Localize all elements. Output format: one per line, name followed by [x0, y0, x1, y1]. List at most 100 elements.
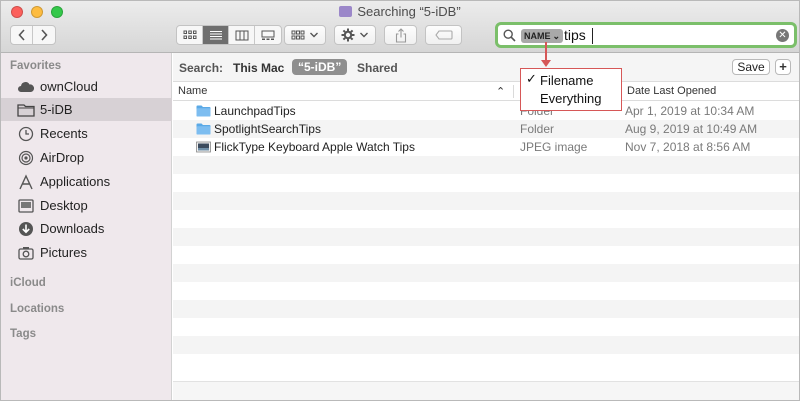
window-title: Searching “5-iDB”: [357, 4, 461, 19]
file-name: LaunchpadTips: [214, 104, 296, 118]
sort-caret-icon: ⌃: [496, 86, 506, 98]
search-icon: [503, 29, 516, 42]
search-input[interactable]: tips: [564, 27, 586, 43]
checkmark-icon: ✓: [526, 71, 537, 86]
finder-window: Searching “5-iDB” NAME ⌄ tips ✕ Favorite…: [0, 0, 800, 401]
back-button[interactable]: [11, 26, 33, 44]
file-name: FlickType Keyboard Apple Watch Tips: [214, 140, 415, 154]
empty-row: [173, 336, 799, 354]
file-list: LaunchpadTips Folder Apr 1, 2019 at 10:3…: [173, 102, 799, 372]
table-row[interactable]: FlickType Keyboard Apple Watch Tips JPEG…: [173, 138, 799, 156]
scope-this-mac[interactable]: This Mac: [233, 61, 284, 75]
sidebar-header-icloud[interactable]: iCloud: [10, 277, 46, 289]
folder-icon: [196, 123, 211, 135]
sidebar-item-recents[interactable]: Recents: [1, 122, 172, 145]
list-view-button[interactable]: [203, 26, 229, 44]
sidebar-item-owncloud[interactable]: ownCloud: [1, 75, 172, 98]
sidebar: Favorites ownCloud 5-iDB Recents AirDrop: [1, 53, 172, 400]
group-by-button[interactable]: [284, 25, 326, 45]
forward-button[interactable]: [33, 26, 55, 44]
share-icon: [395, 27, 406, 43]
empty-row: [173, 246, 799, 264]
column-header: Name ⌃ Kind Date Last Opened: [173, 82, 799, 101]
file-date: Aug 9, 2019 at 10:49 AM: [625, 122, 758, 136]
cloud-icon: [17, 79, 35, 95]
column-name[interactable]: Name: [178, 85, 207, 97]
sidebar-item-5-idb[interactable]: 5-iDB: [1, 98, 172, 121]
tag-icon: [434, 30, 453, 40]
tags-button[interactable]: [425, 25, 462, 45]
empty-row: [173, 210, 799, 228]
sidebar-item-label: Recents: [40, 126, 88, 141]
table-row[interactable]: LaunchpadTips Folder Apr 1, 2019 at 10:3…: [173, 102, 799, 120]
search-criteria-dropdown: ✓ Filename Everything: [520, 68, 622, 111]
sidebar-item-label: Applications: [40, 174, 111, 189]
scope-shared[interactable]: Shared: [357, 61, 398, 75]
action-button[interactable]: [334, 25, 376, 45]
dropdown-option-everything[interactable]: Everything: [540, 91, 601, 106]
window-title-bar: Searching “5-iDB”: [1, 4, 799, 19]
group-icon: [291, 30, 305, 40]
file-browser: Search: This Mac “5-iDB” Shared Save + N…: [173, 53, 799, 400]
clear-search-button[interactable]: ✕: [776, 29, 789, 42]
search-field[interactable]: NAME ⌄ tips ✕: [495, 22, 797, 48]
sidebar-item-airdrop[interactable]: AirDrop: [1, 146, 172, 169]
empty-row: [173, 174, 799, 192]
sidebar-header-favorites: Favorites: [10, 60, 62, 72]
sidebar-item-label: AirDrop: [40, 150, 85, 165]
downloads-icon: [17, 221, 35, 237]
empty-row: [173, 228, 799, 246]
search-token-name[interactable]: NAME ⌄: [521, 29, 564, 43]
column-divider[interactable]: [513, 85, 514, 98]
column-view-button[interactable]: [229, 26, 255, 44]
navigation-buttons: [10, 25, 56, 45]
search-scope-bar: Search: This Mac “5-iDB” Shared Save +: [173, 53, 799, 82]
empty-row: [173, 354, 799, 372]
list-icon: [209, 31, 222, 40]
text-cursor: [592, 28, 593, 44]
scope-label: Search:: [179, 61, 224, 75]
file-date: Apr 1, 2019 at 10:34 AM: [625, 104, 755, 118]
sidebar-item-label: 5-iDB: [40, 102, 73, 117]
sidebar-item-applications[interactable]: Applications: [1, 170, 172, 193]
save-search-button[interactable]: Save: [732, 59, 770, 75]
clock-icon: [17, 126, 35, 142]
sidebar-item-label: ownCloud: [40, 79, 98, 94]
search-token-label: NAME: [524, 31, 551, 41]
grid-icon: [183, 30, 196, 39]
image-icon: [196, 141, 211, 153]
sidebar-item-desktop[interactable]: Desktop: [1, 194, 172, 217]
sidebar-item-label: Pictures: [40, 245, 87, 260]
sidebar-item-pictures[interactable]: Pictures: [1, 241, 172, 264]
empty-row: [173, 156, 799, 174]
icon-view-button[interactable]: [177, 26, 203, 44]
empty-row: [173, 264, 799, 282]
column-date-last-opened[interactable]: Date Last Opened: [627, 85, 716, 97]
file-kind: JPEG image: [520, 140, 588, 154]
annotation-arrow: [545, 42, 547, 62]
share-button[interactable]: [384, 25, 417, 45]
sidebar-header-tags[interactable]: Tags: [10, 328, 36, 340]
dropdown-option-filename[interactable]: Filename: [540, 73, 593, 88]
sidebar-item-downloads[interactable]: Downloads: [1, 217, 172, 240]
sidebar-item-label: Downloads: [40, 221, 105, 236]
chevron-left-icon: [17, 29, 25, 41]
empty-row: [173, 300, 799, 318]
desktop-icon: [17, 198, 35, 214]
table-row[interactable]: SpotlightSearchTips Folder Aug 9, 2019 a…: [173, 120, 799, 138]
columns-icon: [235, 30, 248, 40]
sidebar-header-locations[interactable]: Locations: [10, 303, 64, 315]
horizontal-scrollbar[interactable]: [173, 381, 799, 400]
scope-current-folder[interactable]: “5-iDB”: [292, 59, 348, 75]
empty-row: [173, 282, 799, 300]
file-kind: Folder: [520, 122, 555, 136]
toolbar: Searching “5-iDB” NAME ⌄ tips ✕: [1, 1, 799, 53]
file-name: SpotlightSearchTips: [214, 122, 321, 136]
applications-icon: [17, 173, 35, 190]
file-date: Nov 7, 2018 at 8:56 AM: [625, 140, 751, 154]
gear-icon: [341, 28, 355, 42]
add-criteria-button[interactable]: +: [775, 59, 791, 75]
camera-icon: [17, 245, 35, 261]
chevron-right-icon: [41, 29, 48, 41]
gallery-view-button[interactable]: [255, 26, 281, 44]
